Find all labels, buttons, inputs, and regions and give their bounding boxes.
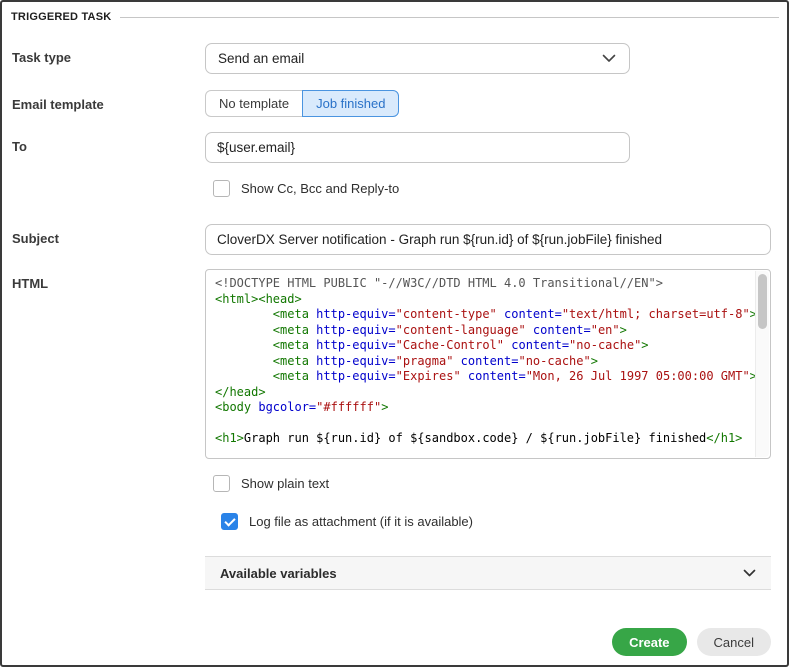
email-template-toggle: No template Job finished xyxy=(205,90,400,117)
subject-row: Subject xyxy=(12,224,771,255)
task-type-selected-value: Send an email xyxy=(218,51,305,66)
editor-scrollbar[interactable] xyxy=(755,271,769,457)
to-row: To xyxy=(12,132,771,163)
subject-input[interactable] xyxy=(205,224,771,255)
task-type-row: Task type Send an email xyxy=(12,43,771,74)
no-template-button[interactable]: No template xyxy=(205,90,304,117)
show-cc-row: Show Cc, Bcc and Reply-to xyxy=(213,180,771,197)
show-plain-text-row: Show plain text xyxy=(213,475,771,492)
section-title: TRIGGERED TASK xyxy=(11,11,112,23)
cancel-button[interactable]: Cancel xyxy=(696,628,771,656)
available-variables-label: Available variables xyxy=(220,565,337,581)
triggered-task-form: Task type Send an email Email template N… xyxy=(2,43,787,590)
html-label: HTML xyxy=(12,276,49,291)
footer-actions: Create Cancel xyxy=(2,590,787,656)
show-plain-text-label: Show plain text xyxy=(241,476,330,491)
chevron-down-icon xyxy=(602,54,616,63)
email-template-label: Email template xyxy=(12,97,104,112)
task-type-select[interactable]: Send an email xyxy=(205,43,630,74)
job-finished-button[interactable]: Job finished xyxy=(302,90,400,117)
html-row: HTML <!DOCTYPE HTML PUBLIC "-//W3C//DTD … xyxy=(12,269,771,459)
show-cc-label: Show Cc, Bcc and Reply-to xyxy=(241,181,400,196)
html-code-editor[interactable]: <!DOCTYPE HTML PUBLIC "-//W3C//DTD HTML … xyxy=(205,269,771,459)
section-divider xyxy=(120,17,779,18)
to-input[interactable] xyxy=(205,132,630,163)
chevron-down-icon xyxy=(743,569,756,577)
subject-label: Subject xyxy=(12,231,59,246)
available-variables-header[interactable]: Available variables xyxy=(205,556,771,590)
log-attachment-checkbox[interactable] xyxy=(221,513,238,530)
section-header: TRIGGERED TASK xyxy=(2,2,787,23)
show-cc-checkbox[interactable] xyxy=(213,180,230,197)
html-code: <!DOCTYPE HTML PUBLIC "-//W3C//DTD HTML … xyxy=(215,276,757,445)
log-attachment-label: Log file as attachment (if it is availab… xyxy=(249,514,473,529)
editor-scrollbar-thumb[interactable] xyxy=(758,274,767,329)
task-type-label: Task type xyxy=(12,50,72,65)
show-plain-text-checkbox[interactable] xyxy=(213,475,230,492)
to-label: To xyxy=(12,139,27,154)
triggered-task-panel: TRIGGERED TASK Task type Send an email E… xyxy=(0,0,789,667)
create-button[interactable]: Create xyxy=(612,628,687,656)
log-attachment-row: Log file as attachment (if it is availab… xyxy=(221,513,771,530)
email-template-row: Email template No template Job finished xyxy=(12,90,771,117)
available-variables-row: Available variables xyxy=(12,556,771,590)
